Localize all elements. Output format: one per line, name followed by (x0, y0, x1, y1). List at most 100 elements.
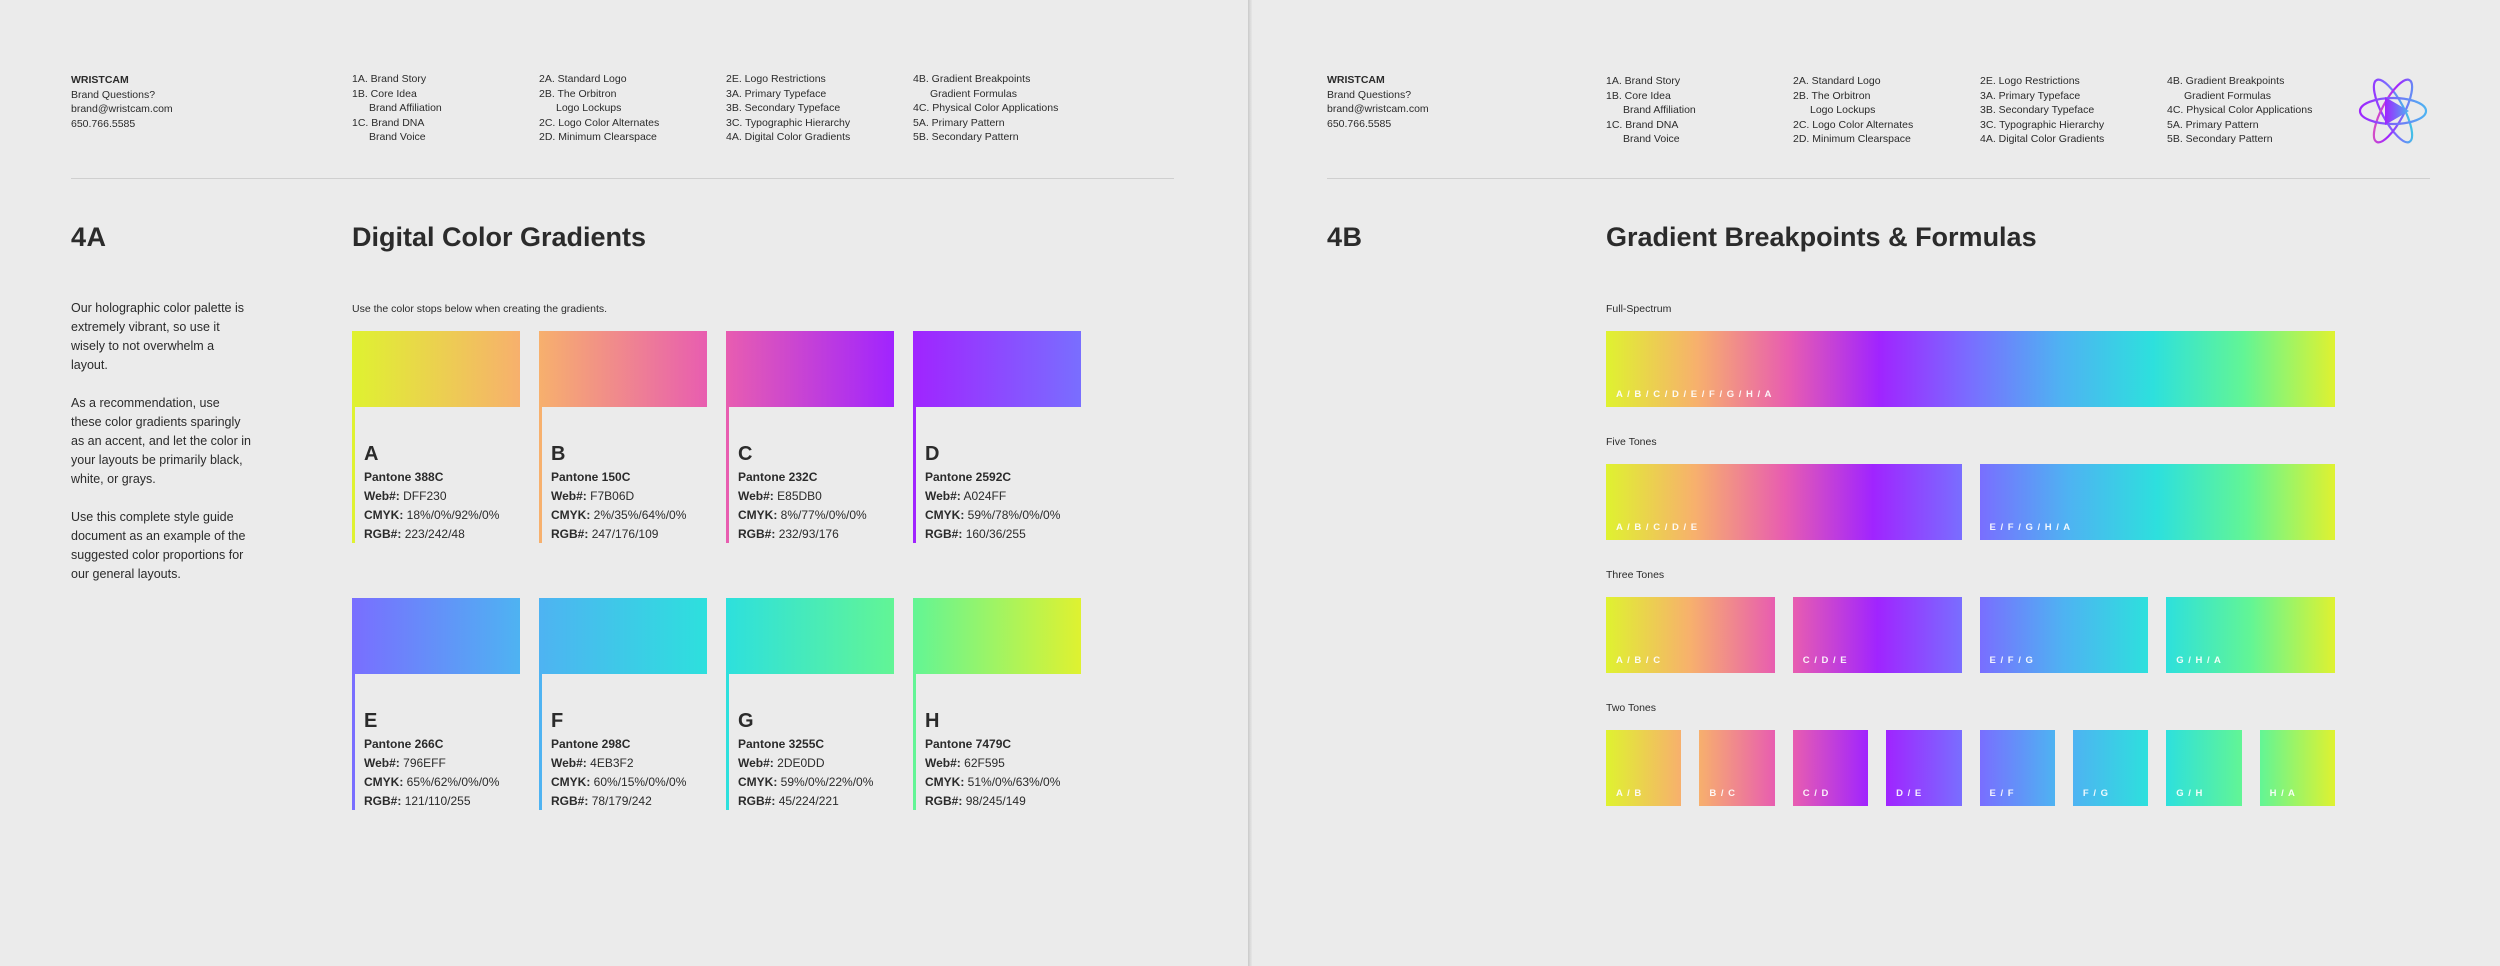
toc-item[interactable]: 4C. Physical Color Applications (913, 101, 1058, 116)
toc-item[interactable]: 5A. Primary Pattern (913, 116, 1058, 131)
gradient-swatch (539, 331, 707, 407)
toc-item[interactable]: 1A. Brand Story (1606, 74, 1696, 89)
cmyk-row: CMYK: 59%/78%/0%/0% (925, 506, 1060, 525)
gradient-bar: G / H (2166, 730, 2242, 806)
cmyk-row: CMYK: 8%/77%/0%/0% (738, 506, 867, 525)
color-card: C Pantone 232C Web#: E85DB0 CMYK: 8%/77%/0%… (726, 331, 894, 543)
brand-email[interactable]: brand@wristcam.com (71, 102, 173, 117)
toc-item[interactable]: 3B. Secondary Typeface (726, 101, 850, 116)
toc-column: 1A. Brand Story 1B. Core Idea Brand Affili… (352, 72, 442, 145)
rgb-row: RGB#: 98/245/149 (925, 792, 1060, 811)
cmyk-label: CMYK: (551, 775, 591, 789)
cmyk-value: 18%/0%/92%/0% (406, 508, 500, 522)
toc-item[interactable]: 3A. Primary Typeface (726, 87, 850, 102)
toc-item[interactable]: 3A. Primary Typeface (1980, 89, 2104, 104)
toc-item[interactable]: Logo Lockups (1793, 103, 1913, 118)
contact-block-left: WRISTCAM Brand Questions? brand@wristcam… (71, 73, 173, 131)
color-letter: H (925, 710, 940, 732)
gradient-bar: A / B / C (1606, 597, 1775, 673)
toc-item[interactable]: 2A. Standard Logo (1793, 74, 1913, 89)
toc-item[interactable]: 2E. Logo Restrictions (726, 72, 850, 87)
toc-item[interactable]: 1B. Core Idea (352, 87, 442, 102)
gradient-group-label: Full-Spectrum (1606, 303, 1672, 315)
toc-item[interactable]: 4B. Gradient Breakpoints (2167, 74, 2312, 89)
gradient-swatch (726, 331, 894, 407)
color-specs: Pantone 388C Web#: DFF230 CMYK: 18%/0%/92%… (364, 468, 499, 544)
rgb-row: RGB#: 45/224/221 (738, 792, 873, 811)
gradient-bar: D / E (1886, 730, 1962, 806)
toc-item[interactable]: Logo Lockups (539, 101, 659, 116)
toc-item[interactable]: 5B. Secondary Pattern (2167, 132, 2312, 147)
toc-item[interactable]: 5B. Secondary Pattern (913, 130, 1058, 145)
gradient-bar: C / D (1792, 730, 1869, 806)
web-value: 62F595 (964, 756, 1005, 770)
orbitron-logo-icon (2358, 78, 2428, 144)
brand-phone[interactable]: 650.766.5585 (1327, 117, 1429, 132)
toc-item[interactable]: Brand Affiliation (352, 101, 442, 116)
toc-item[interactable]: Brand Voice (352, 130, 442, 145)
toc-item[interactable]: 2A. Standard Logo (539, 72, 659, 87)
cmyk-value: 65%/62%/0%/0% (406, 775, 500, 789)
rgb-label: RGB#: (364, 527, 402, 541)
toc-item[interactable]: 1A. Brand Story (352, 72, 442, 87)
pantone-value: Pantone 2592C (925, 470, 1012, 484)
toc-item[interactable]: 4A. Digital Color Gradients (726, 130, 850, 145)
toc-item[interactable]: 2D. Minimum Clearspace (1793, 132, 1913, 147)
toc-item[interactable]: 2C. Logo Color Alternates (1793, 118, 1913, 133)
toc-item[interactable]: 2B. The Orbitron (539, 87, 659, 102)
color-letter: A (364, 443, 379, 465)
toc-item[interactable]: 3C. Typographic Hierarchy (726, 116, 850, 131)
web-row: Web#: 4EB3F2 (551, 754, 686, 773)
web-value: DFF230 (403, 489, 447, 503)
rgb-row: RGB#: 232/93/176 (738, 525, 867, 544)
gradient-swatch (352, 598, 520, 674)
page-title-4b: Gradient Breakpoints & Formulas (1606, 222, 2037, 252)
color-accent-line (726, 674, 729, 810)
brand-email[interactable]: brand@wristcam.com (1327, 102, 1429, 117)
gradient-bar-label: E / F (1989, 788, 2015, 799)
toc-item[interactable]: 2E. Logo Restrictions (1980, 74, 2104, 89)
toc-item[interactable]: Gradient Formulas (2167, 89, 2312, 104)
color-card: D Pantone 2592C Web#: A024FF CMYK: 59%/78%/… (913, 331, 1081, 543)
web-value: E85DB0 (777, 489, 822, 503)
toc-item[interactable]: 1C. Brand DNA (352, 116, 442, 131)
toc-item[interactable]: 1C. Brand DNA (1606, 118, 1696, 133)
web-label: Web#: (925, 756, 961, 770)
cmyk-value: 8%/77%/0%/0% (780, 508, 867, 522)
color-letter: C (738, 443, 753, 465)
web-label: Web#: (364, 489, 400, 503)
cmyk-row: CMYK: 65%/62%/0%/0% (364, 773, 499, 792)
gradient-swatch (352, 331, 520, 407)
toc-item[interactable]: Gradient Formulas (913, 87, 1058, 102)
web-value: F7B06D (590, 489, 635, 503)
gradient-bar: E / F / G / H / A (1979, 464, 2335, 540)
toc-item[interactable]: Brand Voice (1606, 132, 1696, 147)
rgb-label: RGB#: (925, 794, 963, 808)
toc-item[interactable]: 2C. Logo Color Alternates (539, 116, 659, 131)
pantone-value: Pantone 3255C (738, 737, 825, 751)
gradient-swatch (539, 598, 707, 674)
brand-name: WRISTCAM (71, 74, 129, 86)
toc-item[interactable]: 2D. Minimum Clearspace (539, 130, 659, 145)
brand-phone[interactable]: 650.766.5585 (71, 117, 173, 132)
toc-item[interactable]: 4C. Physical Color Applications (2167, 103, 2312, 118)
toc-item[interactable]: 3C. Typographic Hierarchy (1980, 118, 2104, 133)
toc-item[interactable]: 3B. Secondary Typeface (1980, 103, 2104, 118)
toc-column: 2E. Logo Restrictions 3A. Primary Typefac… (726, 72, 850, 145)
rgb-label: RGB#: (364, 794, 402, 808)
toc-item[interactable]: 4A. Digital Color Gradients (1980, 132, 2104, 147)
gradient-bar-label: E / F / G / H / A (1989, 522, 2072, 533)
toc-item[interactable]: 4B. Gradient Breakpoints (913, 72, 1058, 87)
toc-item[interactable]: 2B. The Orbitron (1793, 89, 1913, 104)
toc-item[interactable]: 1B. Core Idea (1606, 89, 1696, 104)
pantone-value: Pantone 298C (551, 737, 631, 751)
section-number-4b: 4B (1327, 222, 1363, 252)
web-row: Web#: F7B06D (551, 487, 686, 506)
rgb-value: 45/224/221 (778, 794, 839, 808)
rgb-value: 160/36/255 (965, 527, 1026, 541)
pantone-value: Pantone 388C (364, 470, 444, 484)
header-divider-right (1327, 178, 2430, 179)
cmyk-value: 59%/0%/22%/0% (780, 775, 874, 789)
toc-item[interactable]: 5A. Primary Pattern (2167, 118, 2312, 133)
toc-item[interactable]: Brand Affiliation (1606, 103, 1696, 118)
